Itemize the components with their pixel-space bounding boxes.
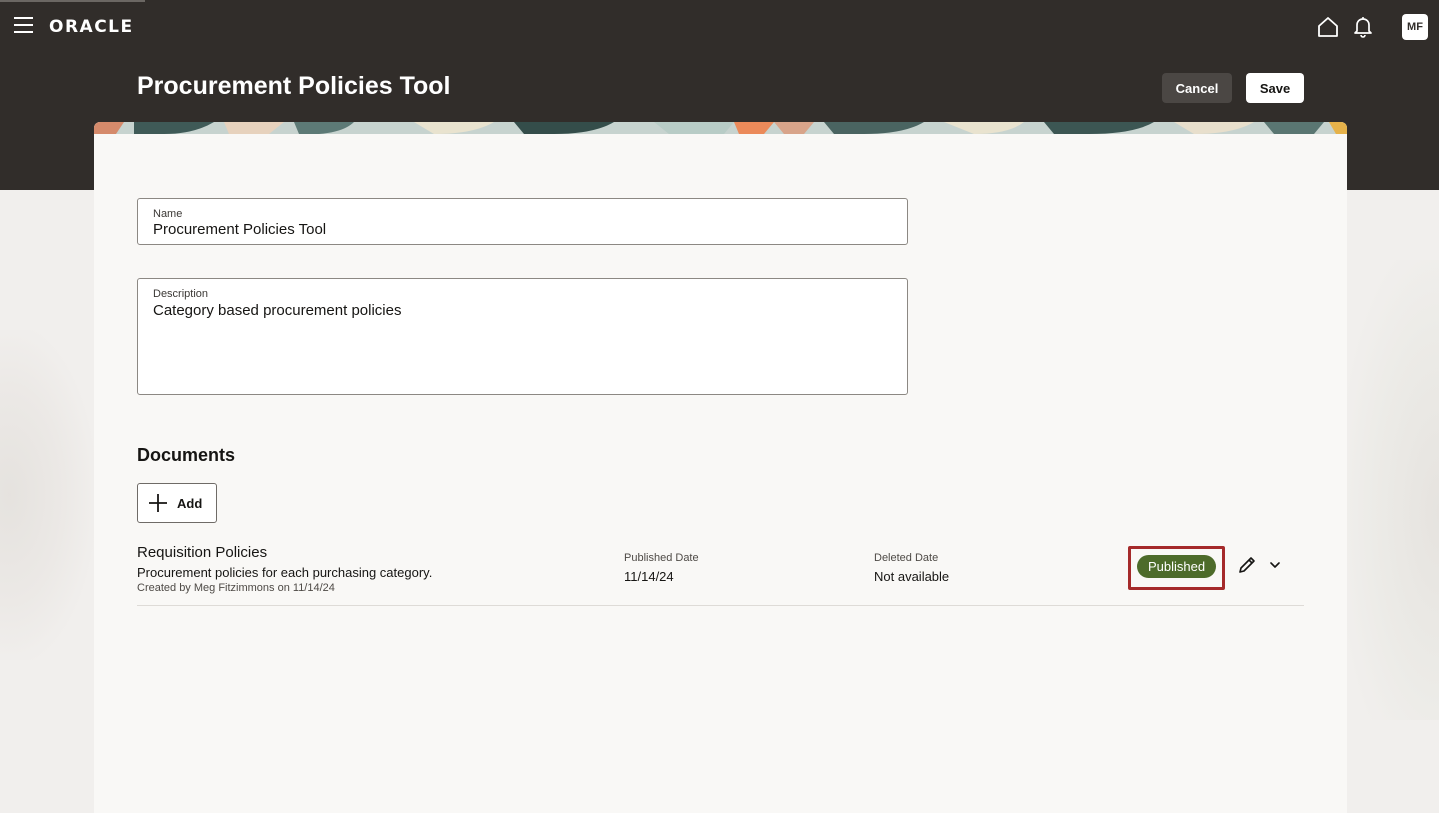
hamburger-menu-icon[interactable] (14, 17, 34, 35)
name-value[interactable]: Procurement Policies Tool (153, 221, 326, 238)
user-avatar[interactable]: MF (1402, 14, 1428, 40)
page-title: Procurement Policies Tool (137, 72, 451, 100)
cancel-button[interactable]: Cancel (1162, 73, 1232, 103)
description-field[interactable]: Description Category based procurement p… (137, 278, 908, 395)
background-decoration-left (0, 330, 94, 660)
documents-title: Documents (137, 445, 236, 465)
deleted-date-value: Not available (874, 569, 950, 584)
name-label: Name (153, 208, 183, 220)
background-decoration-right (1347, 260, 1439, 720)
chevron-down-icon[interactable] (1268, 556, 1282, 574)
document-row[interactable]: Requisition Policies Procurement policie… (137, 542, 1304, 606)
decorative-banner (94, 122, 1347, 134)
global-header: ORACLE MF (0, 0, 1439, 54)
name-field[interactable]: Name Procurement Policies Tool (137, 198, 908, 245)
plus-icon (149, 494, 167, 512)
add-document-button[interactable]: Add (137, 483, 217, 523)
oracle-logo: ORACLE (49, 17, 134, 37)
bell-icon[interactable] (1350, 14, 1376, 40)
document-title: Requisition Policies (137, 544, 268, 561)
save-button[interactable]: Save (1246, 73, 1304, 103)
status-badge: Published (1137, 555, 1217, 578)
home-icon[interactable] (1315, 14, 1341, 40)
published-date-value: 11/14/24 (624, 569, 674, 584)
deleted-date-label: Deleted Date (874, 552, 939, 564)
published-date-label: Published Date (624, 552, 699, 564)
add-label: Add (177, 495, 203, 511)
document-created-by: Created by Meg Fitzimmons on 11/14/24 (137, 582, 335, 594)
pencil-icon[interactable] (1236, 554, 1258, 576)
main-card: Name Procurement Policies Tool Descripti… (94, 122, 1347, 813)
description-value[interactable]: Category based procurement policies (153, 302, 401, 319)
description-label: Description (153, 288, 209, 300)
app-page: ORACLE MF Procurement Policies Tool Canc… (0, 0, 1439, 813)
document-description: Procurement policies for each purchasing… (137, 565, 433, 580)
